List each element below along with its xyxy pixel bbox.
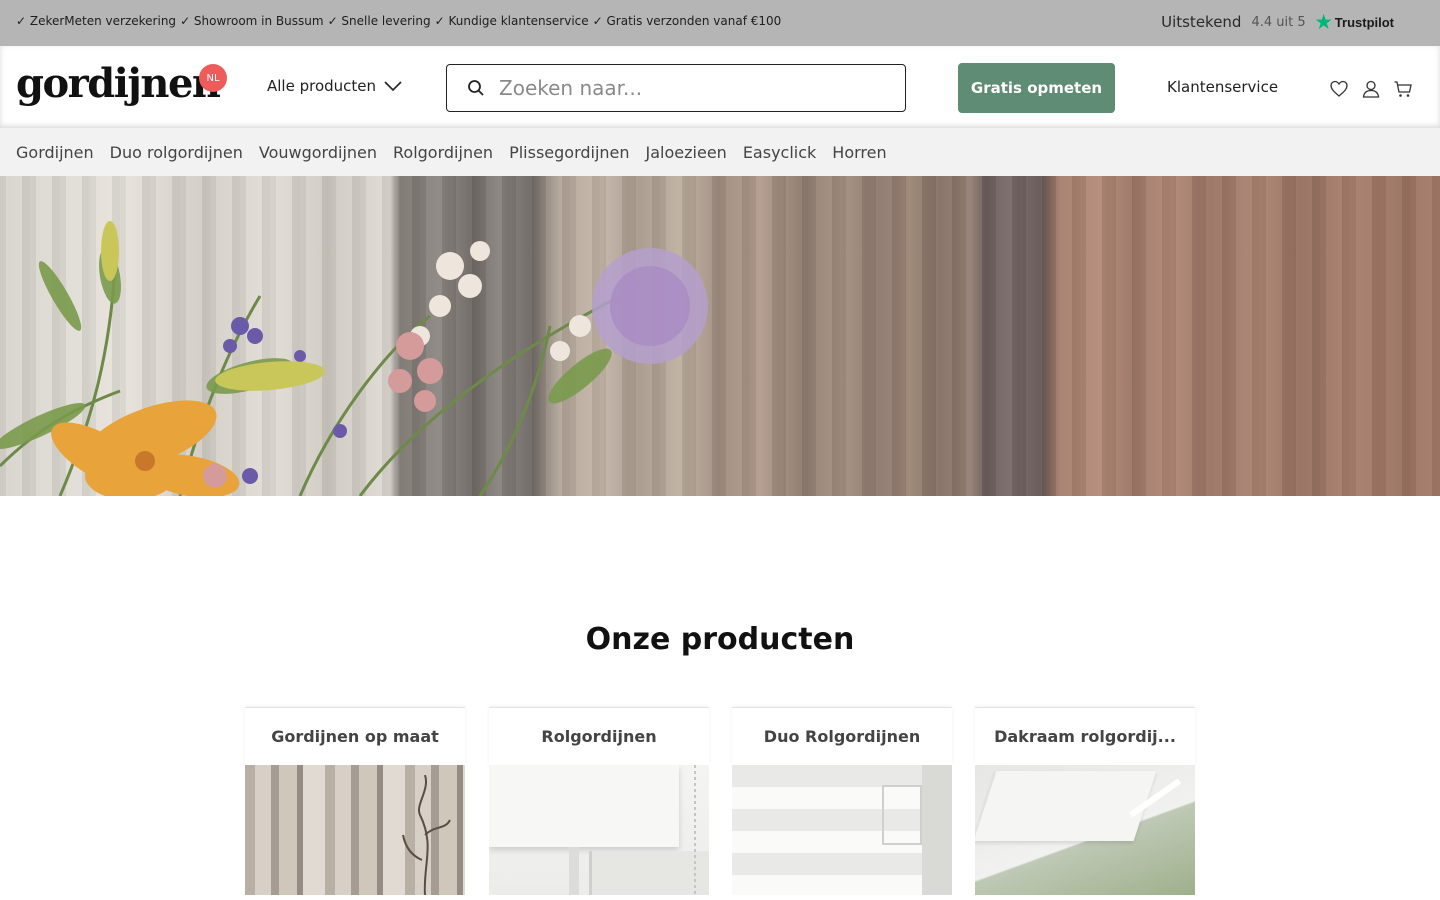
hero-banner[interactable]: [0, 176, 1440, 496]
flower-bouquet-image: [0, 221, 708, 496]
product-card-header: Rolgordijnen: [489, 707, 709, 765]
product-image-curtains: [245, 765, 465, 895]
nav-item-jaloezieen[interactable]: Jaloezieen: [646, 143, 727, 162]
product-card-title: Gordijnen op maat: [271, 727, 439, 746]
usp-bar: ✓ ZekerMeten verzekering ✓ Showroom in B…: [0, 0, 1440, 46]
trustpilot-label: Uitstekend: [1161, 13, 1242, 31]
customer-service-link[interactable]: Klantenservice: [1167, 78, 1278, 96]
site-logo[interactable]: gordijnen: [16, 64, 221, 104]
site-header: gordijnen NL Alle producten Gratis opmet…: [0, 46, 1440, 128]
product-card-duo-rolgordijnen[interactable]: Duo Rolgordijnen: [732, 707, 952, 900]
products-heading: Onze producten: [585, 622, 855, 657]
cart-icon[interactable]: [1393, 79, 1413, 99]
locale-badge[interactable]: NL: [199, 64, 227, 92]
all-products-label: Alle producten: [267, 77, 377, 95]
product-image-skylight-blind: [975, 765, 1195, 895]
chevron-down-icon: [384, 81, 402, 92]
search-icon[interactable]: [467, 79, 485, 97]
product-card-title: Duo Rolgordijnen: [763, 727, 921, 746]
usp-item: ✓ Gratis verzonden vanaf €100: [592, 14, 782, 28]
nav-item-rolgordijnen[interactable]: Rolgordijnen: [393, 143, 493, 162]
star-icon: ★: [1315, 12, 1332, 32]
nav-item-vouwgordijnen[interactable]: Vouwgordijnen: [259, 143, 377, 162]
free-measure-button[interactable]: Gratis opmeten: [958, 63, 1115, 113]
usp-list: ✓ ZekerMeten verzekering ✓ Showroom in B…: [16, 14, 781, 28]
product-card-header: Dakraam rolgordij...: [975, 707, 1195, 765]
usp-item: ✓ Showroom in Bussum: [180, 14, 324, 28]
product-card-title: Dakraam rolgordij...: [994, 727, 1176, 746]
trustpilot-brand: Trustpilot: [1334, 14, 1394, 30]
search-bar: [446, 64, 906, 112]
nav-item-gordijnen[interactable]: Gordijnen: [16, 143, 94, 162]
heart-icon[interactable]: [1329, 79, 1349, 99]
branch-decoration: [402, 775, 451, 895]
all-products-menu[interactable]: Alle producten: [267, 77, 402, 95]
usp-item: ✓ Snelle levering: [327, 14, 431, 28]
usp-item: ✓ Kundige klantenservice: [434, 14, 589, 28]
product-image-roller-blind: [489, 765, 709, 895]
nav-item-easyclick[interactable]: Easyclick: [743, 143, 816, 162]
user-icon[interactable]: [1361, 79, 1381, 99]
trustpilot-logo: ★ Trustpilot: [1316, 13, 1394, 31]
product-image-duo-blind: [732, 765, 952, 895]
product-card-title: Rolgordijnen: [541, 727, 657, 746]
usp-item: ✓ ZekerMeten verzekering: [16, 14, 177, 28]
free-measure-label: Gratis opmeten: [970, 79, 1103, 97]
trustpilot-widget[interactable]: Uitstekend 4.4 uit 5 ★ Trustpilot: [1161, 13, 1394, 31]
product-card-header: Gordijnen op maat: [245, 707, 465, 765]
nav-item-duo-rolgordijnen[interactable]: Duo rolgordijnen: [110, 143, 243, 162]
nav-item-plissegordijnen[interactable]: Plissegordijnen: [509, 143, 629, 162]
trustpilot-score: 4.4 uit 5: [1251, 14, 1306, 30]
product-card-header: Duo Rolgordijnen: [732, 707, 952, 765]
category-nav: Gordijnen Duo rolgordijnen Vouwgordijnen…: [0, 128, 1440, 176]
product-card-rolgordijnen[interactable]: Rolgordijnen: [489, 707, 709, 900]
nav-item-horren[interactable]: Horren: [832, 143, 886, 162]
product-card-dakraam-rolgordijnen[interactable]: Dakraam rolgordij...: [975, 707, 1195, 900]
search-input[interactable]: [499, 76, 879, 100]
product-card-gordijnen-op-maat[interactable]: Gordijnen op maat: [245, 707, 465, 900]
